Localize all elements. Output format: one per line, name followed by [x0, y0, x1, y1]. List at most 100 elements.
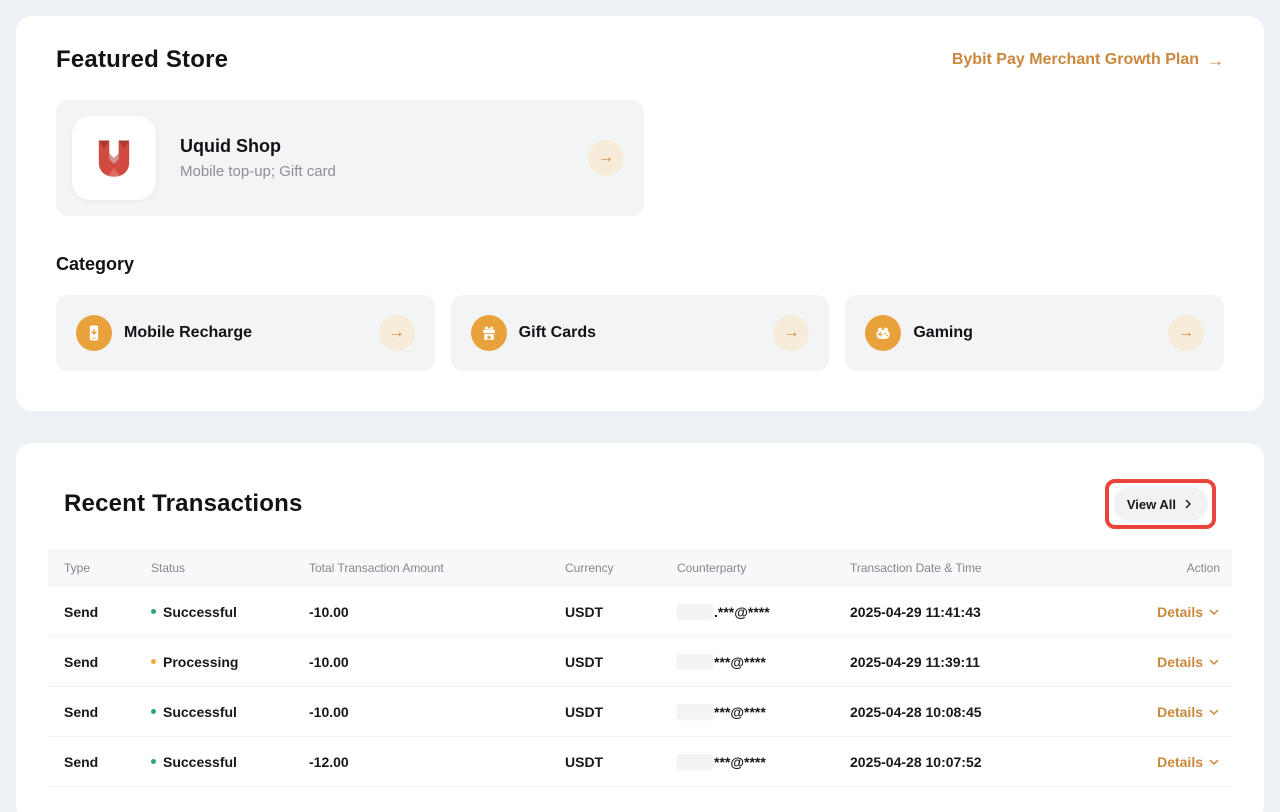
merchant-growth-plan-link[interactable]: Bybit Pay Merchant Growth Plan → — [952, 51, 1224, 69]
details-label: Details — [1157, 704, 1203, 720]
mobile-phone-download-icon — [76, 315, 112, 351]
details-link[interactable]: Details — [1157, 704, 1220, 720]
tx-currency: USDT — [565, 587, 677, 637]
chevron-down-icon — [1208, 656, 1220, 668]
tx-datetime: 2025-04-28 10:08:45 — [850, 687, 1150, 737]
details-link[interactable]: Details — [1157, 604, 1220, 620]
view-all-label: View All — [1127, 497, 1176, 512]
table-header-row: Type Status Total Transaction Amount Cur… — [48, 549, 1232, 587]
transaction-row: Send Successful -12.00 USDT ***@**** 202… — [48, 737, 1232, 787]
col-type: Type — [48, 549, 151, 587]
chevron-down-icon — [1208, 706, 1220, 718]
col-currency: Currency — [565, 549, 677, 587]
status-label: Successful — [163, 704, 237, 720]
details-label: Details — [1157, 604, 1203, 620]
bybit-pay-page: Featured Store Bybit Pay Merchant Growth… — [0, 16, 1280, 812]
tx-counterparty: ***@**** — [677, 737, 850, 787]
details-link[interactable]: Details — [1157, 754, 1220, 770]
tx-amount: -12.00 — [309, 737, 565, 787]
featured-store-title: Featured Store — [56, 46, 228, 74]
arrow-right-icon: → — [1178, 325, 1194, 341]
counterparty-mask: ***@**** — [714, 704, 766, 720]
gaming-arrow-button[interactable]: → — [1168, 315, 1204, 351]
merchant-growth-plan-label: Bybit Pay Merchant Growth Plan — [952, 51, 1199, 69]
tx-type: Send — [48, 587, 151, 637]
uquid-logo-icon — [72, 116, 156, 200]
tx-amount: -10.00 — [309, 587, 565, 637]
tx-amount: -10.00 — [309, 687, 565, 737]
tx-datetime: 2025-04-29 11:39:11 — [850, 637, 1150, 687]
store-name: Uquid Shop — [180, 136, 336, 157]
details-label: Details — [1157, 754, 1203, 770]
col-amount: Total Transaction Amount — [309, 549, 565, 587]
category-card-mobile-recharge[interactable]: Mobile Recharge → — [56, 295, 435, 371]
counterparty-mask: .***@**** — [714, 604, 770, 620]
redacted-text — [677, 604, 713, 619]
chevron-down-icon — [1208, 606, 1220, 618]
tx-type: Send — [48, 637, 151, 687]
tx-counterparty: ***@**** — [677, 637, 850, 687]
view-all-button[interactable]: View All — [1113, 487, 1208, 521]
tx-status: Processing — [151, 637, 309, 687]
transactions-table: Type Status Total Transaction Amount Cur… — [48, 549, 1232, 787]
status-dot — [151, 609, 156, 614]
tx-type: Send — [48, 687, 151, 737]
arrow-right-icon: → — [783, 325, 799, 341]
uquid-shop-card[interactable]: Uquid Shop Mobile top-up; Gift card → — [56, 100, 644, 216]
redacted-text — [677, 654, 713, 669]
view-all-highlight-annotation: View All — [1105, 479, 1216, 529]
details-link[interactable]: Details — [1157, 654, 1220, 670]
tx-action: Details — [1150, 587, 1232, 637]
mobile-recharge-arrow-button[interactable]: → — [379, 315, 415, 351]
chevron-right-icon — [1182, 498, 1194, 510]
tx-status: Successful — [151, 587, 309, 637]
tx-status: Successful — [151, 687, 309, 737]
uquid-shop-arrow-button[interactable]: → — [588, 140, 624, 176]
tx-type: Send — [48, 737, 151, 787]
category-card-gift-cards[interactable]: Gift Cards → — [451, 295, 830, 371]
tx-action: Details — [1150, 737, 1232, 787]
chevron-down-icon — [1208, 756, 1220, 768]
status-dot — [151, 659, 156, 664]
transaction-row: Send Successful -10.00 USDT ***@**** 202… — [48, 687, 1232, 737]
status-label: Successful — [163, 604, 237, 620]
col-status: Status — [151, 549, 309, 587]
recent-transactions-title: Recent Transactions — [64, 490, 303, 518]
category-label-gaming: Gaming — [913, 324, 973, 342]
gift-box-icon — [471, 315, 507, 351]
redacted-text — [677, 754, 713, 769]
tx-datetime: 2025-04-28 10:07:52 — [850, 737, 1150, 787]
category-label-mobile-recharge: Mobile Recharge — [124, 324, 252, 342]
category-title: Category — [56, 254, 1224, 275]
featured-store-header: Featured Store Bybit Pay Merchant Growth… — [56, 46, 1224, 74]
col-datetime: Transaction Date & Time — [850, 549, 1150, 587]
tx-currency: USDT — [565, 687, 677, 737]
col-action: Action — [1150, 549, 1232, 587]
category-card-gaming[interactable]: Gaming → — [845, 295, 1224, 371]
transactions-header: Recent Transactions View All — [48, 467, 1232, 529]
transaction-row: Send Successful -10.00 USDT .***@**** 20… — [48, 587, 1232, 637]
counterparty-mask: ***@**** — [714, 654, 766, 670]
tx-currency: USDT — [565, 737, 677, 787]
tx-action: Details — [1150, 687, 1232, 737]
tx-amount: -10.00 — [309, 637, 565, 687]
category-label-gift-cards: Gift Cards — [519, 324, 596, 342]
store-description: Mobile top-up; Gift card — [180, 163, 336, 180]
transaction-row: Send Processing -10.00 USDT ***@**** 202… — [48, 637, 1232, 687]
redacted-text — [677, 704, 713, 719]
gift-cards-arrow-button[interactable]: → — [773, 315, 809, 351]
status-dot — [151, 709, 156, 714]
arrow-right-icon: → — [598, 150, 614, 166]
arrow-right-icon: → — [1207, 52, 1224, 69]
arrow-right-icon: → — [389, 325, 405, 341]
status-dot — [151, 759, 156, 764]
status-label: Successful — [163, 754, 237, 770]
status-label: Processing — [163, 654, 238, 670]
tx-action: Details — [1150, 637, 1232, 687]
tx-counterparty: .***@**** — [677, 587, 850, 637]
tx-datetime: 2025-04-29 11:41:43 — [850, 587, 1150, 637]
col-counterparty: Counterparty — [677, 549, 850, 587]
category-row: Mobile Recharge → Gift Cards → — [56, 295, 1224, 371]
game-controller-icon — [865, 315, 901, 351]
tx-status: Successful — [151, 737, 309, 787]
